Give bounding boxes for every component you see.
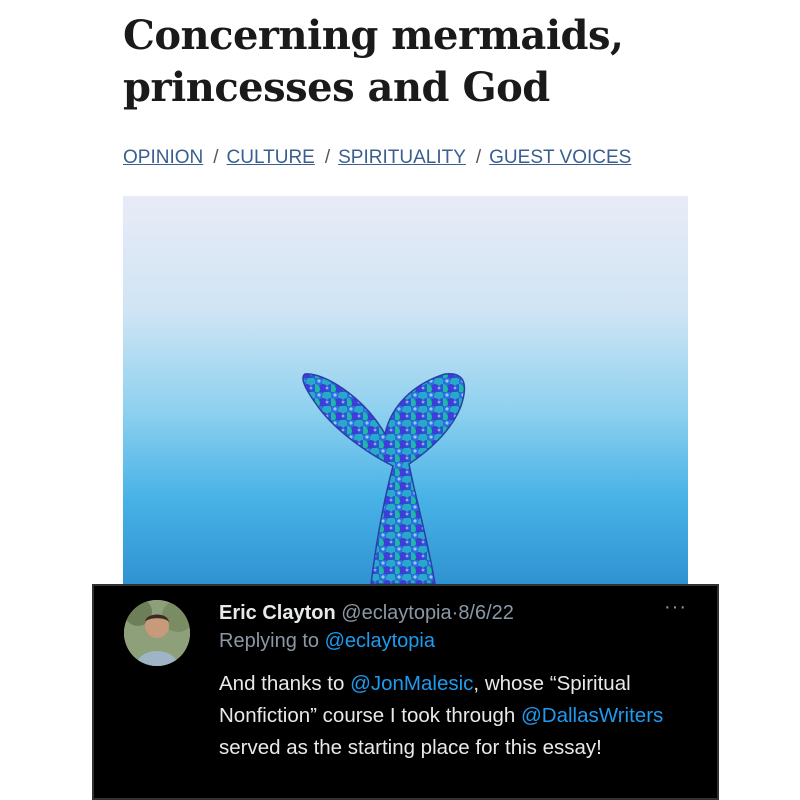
- tweet-card[interactable]: Eric Clayton @eclaytopia·8/6/22 ··· Repl…: [92, 584, 719, 800]
- tweet-text-part-3: served as the starting place for this es…: [219, 736, 602, 759]
- mention-dallaswriters[interactable]: @DallasWriters: [521, 704, 663, 727]
- mermaid-tail-illustration: [302, 373, 466, 584]
- mermaid-tail: [302, 373, 466, 584]
- profile-photo: [124, 600, 190, 666]
- breadcrumb-opinion[interactable]: OPINION: [123, 147, 203, 168]
- more-options-icon[interactable]: ···: [664, 596, 687, 619]
- article-title: Concerning mermaids, princesses and God: [123, 10, 723, 114]
- breadcrumb-separator: /: [475, 147, 482, 168]
- breadcrumb-culture[interactable]: CULTURE: [227, 147, 315, 168]
- replying-handle[interactable]: @eclaytopia: [325, 630, 435, 652]
- replying-to: Replying to @eclaytopia: [219, 630, 435, 653]
- breadcrumb-separator: /: [324, 147, 331, 168]
- replying-prefix: Replying to: [219, 630, 325, 652]
- breadcrumb-guest-voices[interactable]: GUEST VOICES: [489, 147, 631, 168]
- author-name[interactable]: Eric Clayton: [219, 602, 336, 624]
- tweet-header: Eric Clayton @eclaytopia·8/6/22: [219, 600, 514, 626]
- breadcrumb-separator: /: [213, 147, 219, 168]
- tweet-date[interactable]: 8/6/22: [458, 602, 514, 624]
- avatar[interactable]: [124, 600, 190, 666]
- tweet-text: And thanks to @JonMalesic, whose “Spirit…: [219, 668, 709, 764]
- author-handle[interactable]: @eclaytopia: [341, 602, 451, 624]
- breadcrumb: OPINION / CULTURE / SPIRITUALITY / GUEST VOICE…: [123, 147, 743, 169]
- breadcrumb-spirituality[interactable]: SPIRITUALITY: [338, 147, 466, 168]
- hero-image: [123, 196, 688, 584]
- tweet-text-part-1: And thanks to: [219, 672, 351, 695]
- mention-jonmalesic[interactable]: @JonMalesic: [350, 672, 473, 695]
- title-line-1: Concerning mermaids,: [123, 12, 624, 59]
- title-line-2: princesses and God: [123, 64, 550, 111]
